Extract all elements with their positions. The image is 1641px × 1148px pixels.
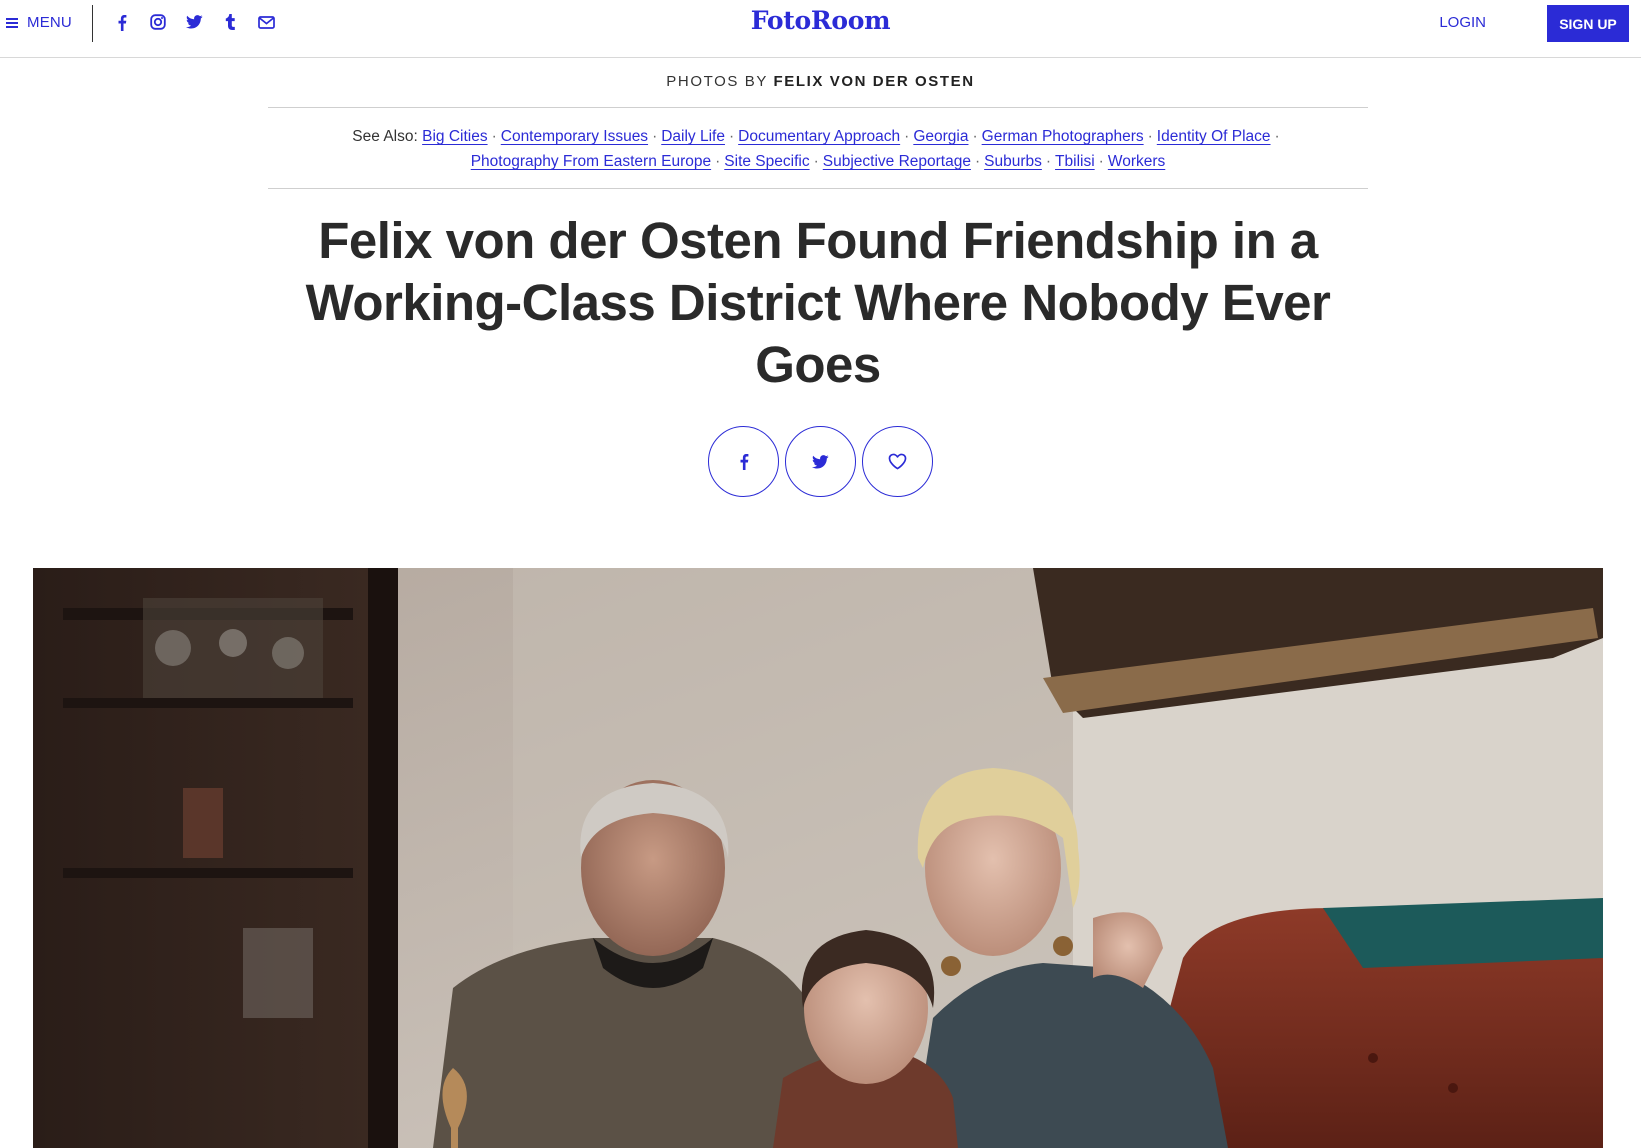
divider-bottom [268, 188, 1368, 189]
byline-prefix: PHOTOS BY [666, 73, 768, 90]
facebook-icon[interactable] [112, 12, 132, 32]
tag-separator: · [1045, 153, 1052, 170]
hero-photo [33, 568, 1603, 1148]
tag-separator: · [491, 128, 497, 145]
tag-link[interactable]: Documentary Approach [738, 128, 900, 145]
menu-button[interactable]: MENU [6, 14, 72, 31]
tag-separator: · [974, 153, 981, 170]
see-also-tags: See Also: Big Cities · Contemporary Issues… [268, 124, 1368, 174]
share-buttons [0, 426, 1641, 497]
social-links [112, 12, 276, 32]
twitter-icon[interactable] [184, 12, 204, 32]
tumblr-icon[interactable] [220, 12, 240, 32]
tag-link[interactable]: Suburbs [984, 153, 1042, 170]
tag-link[interactable]: Daily Life [661, 128, 725, 145]
tag-separator: · [1147, 128, 1153, 145]
login-link[interactable]: LOGIN [1439, 14, 1486, 31]
header-divider [92, 5, 93, 42]
twitter-icon [812, 454, 829, 469]
see-also-label: See Also: [352, 128, 418, 145]
tag-link[interactable]: Photography From Eastern Europe [471, 153, 711, 170]
tag-separator: · [652, 128, 658, 145]
tag-separator: · [715, 153, 721, 170]
heart-icon [888, 453, 907, 470]
tag-link[interactable]: Tbilisi [1055, 153, 1095, 170]
tag-separator: · [1274, 128, 1280, 145]
tag-link[interactable]: Workers [1108, 153, 1165, 170]
byline-author[interactable]: FELIX VON DER OSTEN [773, 73, 974, 90]
tag-link[interactable]: Georgia [913, 128, 968, 145]
tag-link[interactable]: Subjective Reportage [823, 153, 971, 170]
menu-label: MENU [27, 14, 72, 31]
signup-button[interactable]: SIGN UP [1547, 5, 1629, 42]
hamburger-icon [6, 17, 18, 28]
site-logo[interactable]: FotoRoom [751, 6, 891, 35]
tag-separator: · [728, 128, 735, 145]
tag-separator: · [972, 128, 978, 145]
tag-link[interactable]: German Photographers [982, 128, 1144, 145]
instagram-icon[interactable] [148, 12, 168, 32]
tag-link[interactable]: Site Specific [724, 153, 809, 170]
tag-link[interactable]: Contemporary Issues [501, 128, 648, 145]
divider-top [268, 107, 1368, 108]
family-portrait-image [33, 568, 1603, 1148]
tag-link[interactable]: Big Cities [422, 128, 487, 145]
facebook-share-button[interactable] [708, 426, 779, 497]
favorite-button[interactable] [862, 426, 933, 497]
photo-byline: PHOTOS BY FELIX VON DER OSTEN [0, 73, 1641, 90]
article-headline: Felix von der Osten Found Friendship in … [305, 212, 1331, 393]
site-header: MENU FotoRoom LOGIN SIGN UP [0, 0, 1641, 58]
twitter-share-button[interactable] [785, 426, 856, 497]
email-icon[interactable] [256, 12, 276, 32]
tag-separator: · [1098, 153, 1104, 170]
facebook-icon [740, 454, 748, 470]
tag-separator: · [904, 128, 910, 145]
tag-separator: · [813, 153, 819, 170]
tag-link[interactable]: Identity Of Place [1157, 128, 1271, 145]
